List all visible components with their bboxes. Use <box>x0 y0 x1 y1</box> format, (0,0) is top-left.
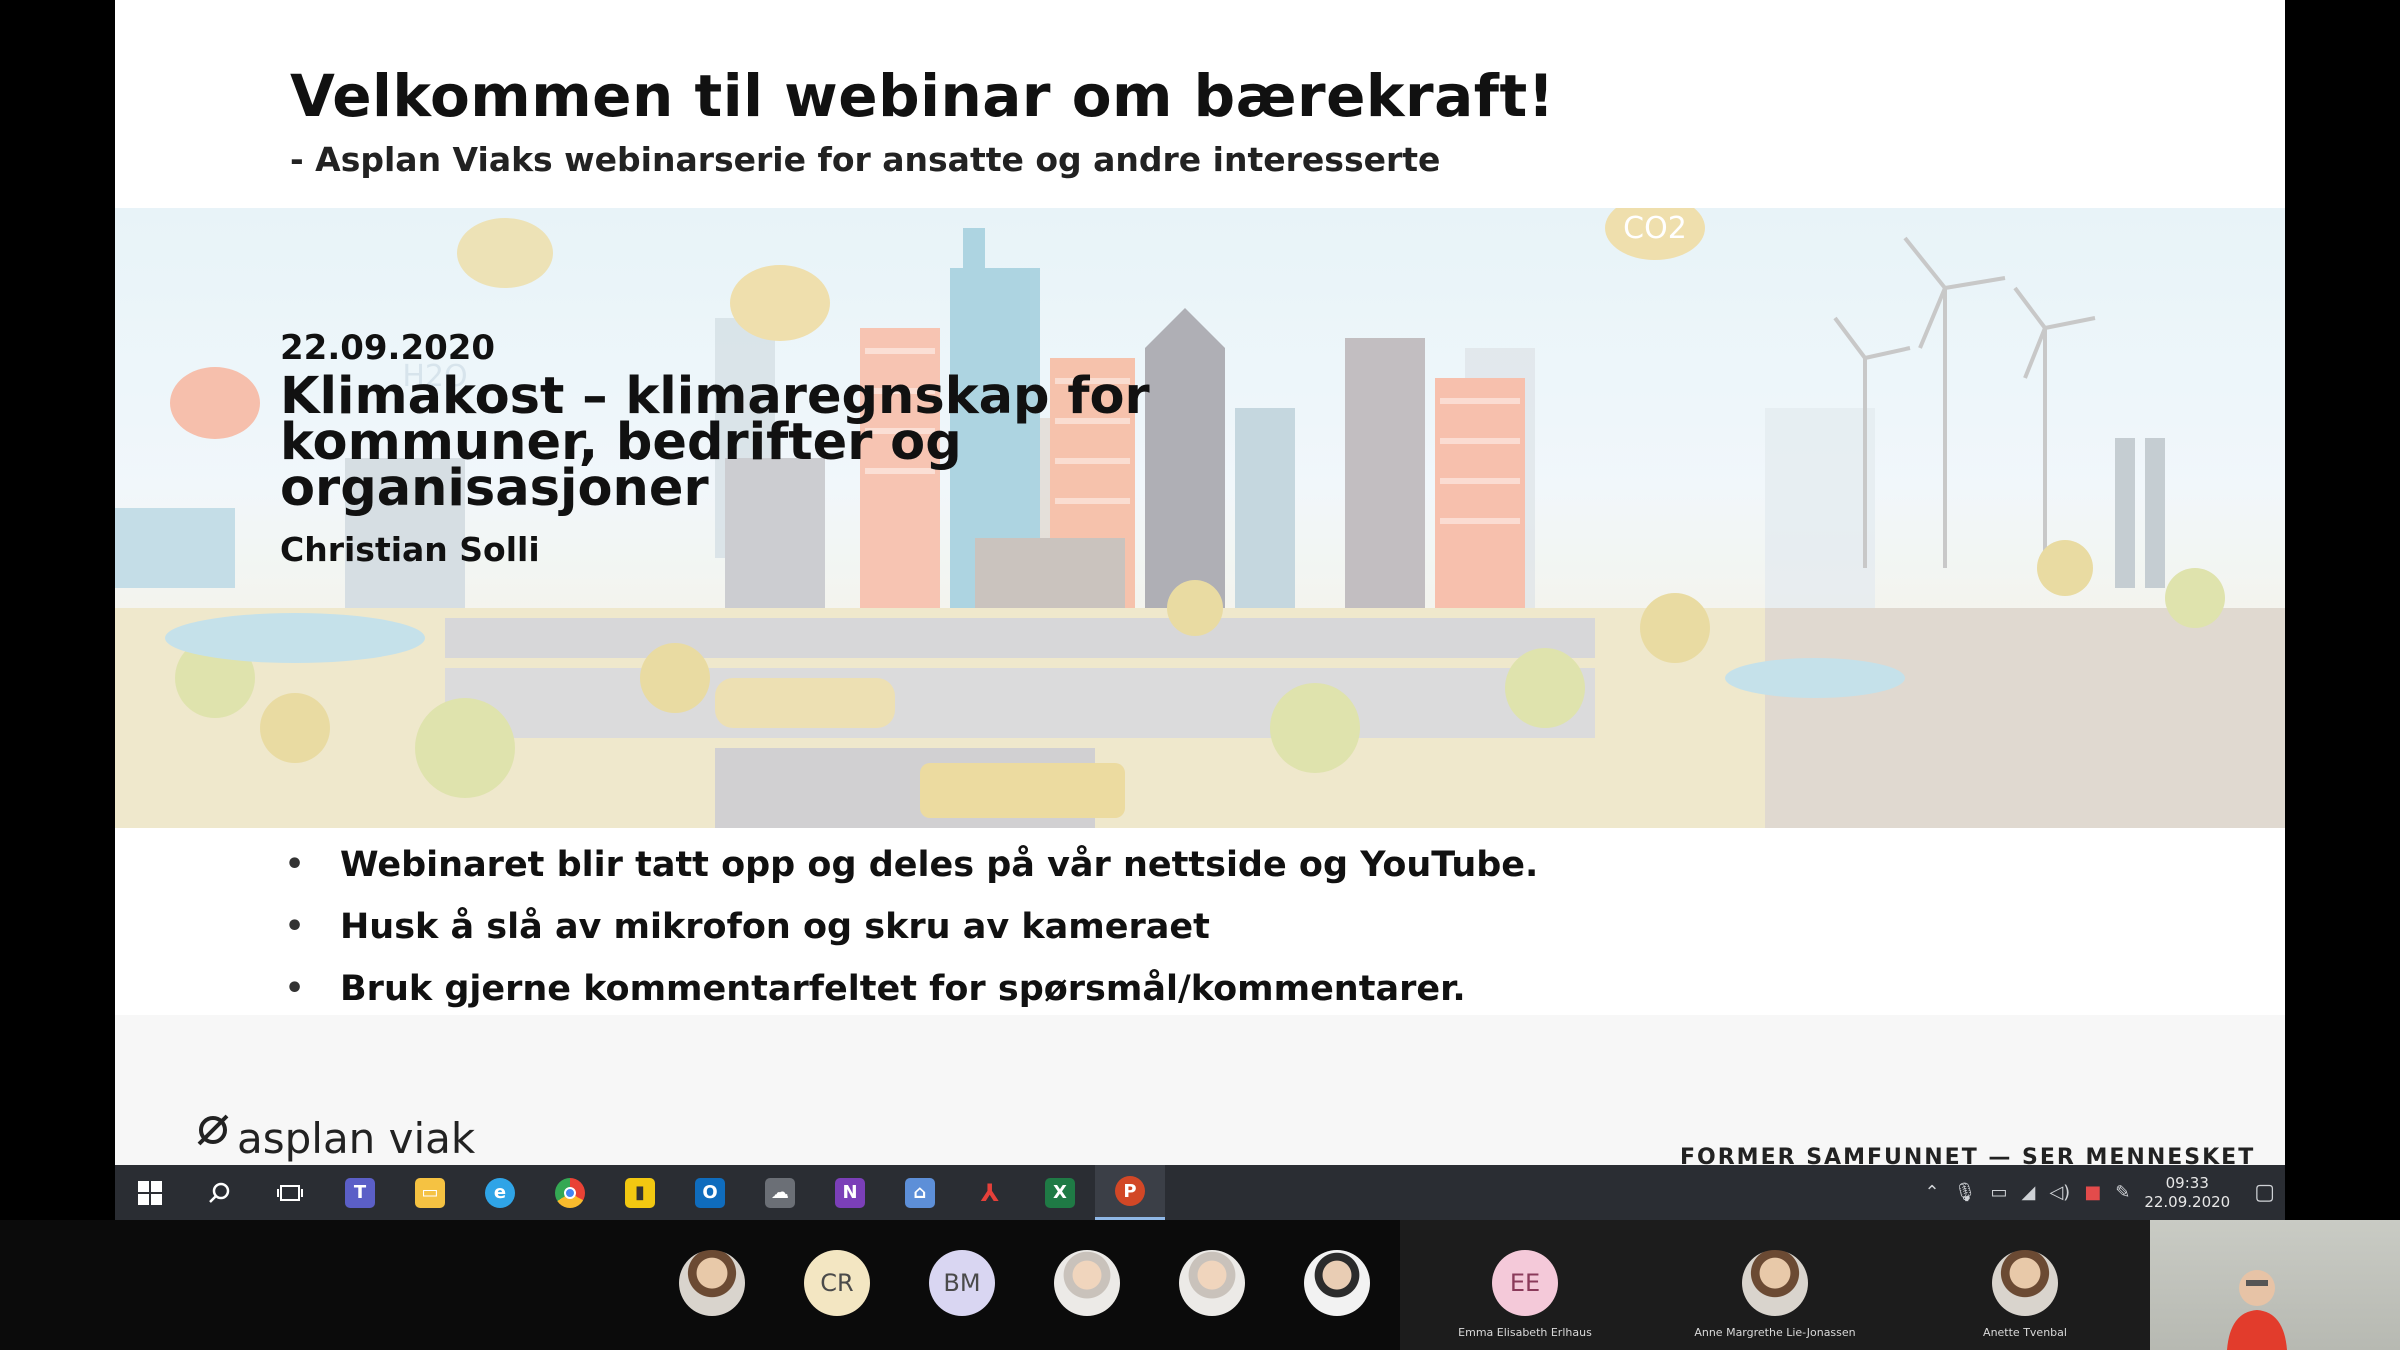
taskbar-app-edge[interactable]: e <box>465 1165 535 1220</box>
network-icon[interactable]: ▭ <box>1990 1182 2007 1203</box>
participant-name: Anette Tvenbal <box>1983 1326 2067 1339</box>
talk-date: 22.09.2020 <box>280 328 496 368</box>
teams-icon: T <box>345 1177 375 1208</box>
clock-date: 22.09.2020 <box>2144 1192 2231 1211</box>
powerpoint-icon: P <box>1115 1176 1145 1206</box>
participant-tile[interactable] <box>1277 1220 1397 1350</box>
avatar <box>1992 1250 2058 1316</box>
list-item: • Webinaret blir tatt opp og deles på vår… <box>285 840 1538 902</box>
chrome-icon <box>555 1177 585 1208</box>
avatar <box>1742 1250 1808 1316</box>
taskbar-clock[interactable]: 09:33 22.09.2020 <box>2144 1174 2230 1212</box>
taskbar-app-excel[interactable]: X <box>1025 1165 1095 1220</box>
taskbar-app-network[interactable]: ⌂ <box>885 1165 955 1220</box>
talk-title: Klimakost – klimaregnskap for kommuner, … <box>280 367 1150 518</box>
task-view-icon <box>277 1184 303 1201</box>
taskbar-app-powerpoint[interactable]: P <box>1095 1165 1165 1220</box>
slide-title: Velkommen til webinar om bærekraft! <box>290 62 1555 130</box>
participant-strip: CR BM EE Emma Elisabeth Erlhaus Anne Mar… <box>0 1220 2400 1350</box>
taskbar-app-explorer[interactable]: ▭ <box>395 1165 465 1220</box>
person-video-image <box>2227 1270 2287 1350</box>
task-view-button[interactable] <box>255 1165 325 1220</box>
bullet-icon: • <box>285 847 305 882</box>
taskbar-app-outlook[interactable]: O <box>675 1165 745 1220</box>
cloud-app-icon: ☁ <box>765 1177 795 1208</box>
bullet-icon: • <box>285 971 305 1006</box>
participant-name: Emma Elisabeth Erlhaus <box>1458 1326 1592 1339</box>
company-logo: asplan viak <box>191 1108 475 1165</box>
taskbar-app-onenote[interactable]: N <box>815 1165 885 1220</box>
clock-time: 09:33 <box>2165 1173 2209 1192</box>
onenote-icon: N <box>835 1177 865 1208</box>
taskbar-app-cloud[interactable]: ☁ <box>745 1165 815 1220</box>
screen-share-view: Velkommen til webinar om bærekraft! - As… <box>0 0 2400 1350</box>
slide-bullet-list: • Webinaret blir tatt opp og deles på vår… <box>285 840 1538 1026</box>
participant-tile[interactable]: EE Emma Elisabeth Erlhaus <box>1400 1220 1650 1350</box>
talk-info: 22.09.2020 Klimakost – klimaregnskap for… <box>280 328 1180 569</box>
bullet-text: Webinaret blir tatt opp og deles på vår … <box>340 845 1539 885</box>
list-item: • Husk å slå av mikrofon og skru av kamer… <box>285 902 1538 964</box>
network-app-icon: ⌂ <box>905 1177 935 1208</box>
speaker-name: Christian Solli <box>280 530 540 569</box>
search-icon <box>209 1182 230 1203</box>
participant-tile[interactable]: Anne Margrethe Lie-Jonassen <box>1650 1220 1900 1350</box>
participant-tile[interactable]: Anette Tvenbal <box>1900 1220 2150 1350</box>
chevron-up-icon[interactable]: ⌃ <box>1925 1182 1940 1203</box>
avatar <box>1304 1250 1370 1316</box>
search-button[interactable] <box>185 1165 255 1220</box>
avatar: CR <box>804 1250 870 1316</box>
bullet-icon: • <box>285 909 305 944</box>
logo-mark-icon <box>197 1114 229 1146</box>
city-illustration-banner: CO2 H2O 22.09.2020 Klimakost – klimaregn… <box>115 208 2285 828</box>
pen-icon[interactable]: ✎ <box>2115 1182 2130 1203</box>
participant-tile[interactable]: BM <box>902 1220 1022 1350</box>
windows-taskbar: T ▭ e ▮ O ☁ N ⌂ ⅄ X P ⌃ 🎙 ▭ ◢ ◁) ■ ✎ 09:… <box>115 1165 2285 1220</box>
taskbar-app-acrobat[interactable]: ⅄ <box>955 1165 1025 1220</box>
wifi-icon[interactable]: ◢ <box>2021 1182 2035 1203</box>
bullet-text: Husk å slå av mikrofon og skru av kamera… <box>340 907 1210 947</box>
notifications-icon[interactable]: ▢ <box>2254 1180 2275 1205</box>
avatar <box>1054 1250 1120 1316</box>
system-tray: ⌃ 🎙 ▭ ◢ ◁) ■ ✎ 09:33 22.09.2020 ▢ <box>1925 1165 2275 1220</box>
start-button[interactable] <box>115 1165 185 1220</box>
logo-text: asplan viak <box>237 1114 476 1163</box>
outlook-icon: O <box>695 1177 725 1208</box>
avatar <box>1179 1250 1245 1316</box>
microphone-icon[interactable]: 🎙 <box>1954 1182 1977 1203</box>
bullet-text: Bruk gjerne kommentarfeltet for spørsmål… <box>340 969 1466 1009</box>
edge-icon: e <box>485 1177 515 1208</box>
windows-start-icon <box>138 1180 162 1205</box>
avatar <box>679 1250 745 1316</box>
file-explorer-icon: ▭ <box>415 1177 445 1208</box>
self-video-preview[interactable] <box>2150 1220 2400 1350</box>
acrobat-icon: ⅄ <box>980 1178 1000 1207</box>
presentation-slide: Velkommen til webinar om bærekraft! - As… <box>115 0 2285 1165</box>
power-bi-icon: ▮ <box>625 1177 655 1208</box>
avatar: BM <box>929 1250 995 1316</box>
taskbar-app-teams[interactable]: T <box>325 1165 395 1220</box>
participant-tile[interactable] <box>1027 1220 1147 1350</box>
participant-name: Anne Margrethe Lie-Jonassen <box>1694 1326 1856 1339</box>
avatar: EE <box>1492 1250 1558 1316</box>
taskbar-app-chrome[interactable] <box>535 1165 605 1220</box>
participant-tile[interactable] <box>652 1220 772 1350</box>
participant-tile[interactable]: CR <box>777 1220 897 1350</box>
participant-tile[interactable] <box>1152 1220 1272 1350</box>
excel-icon: X <box>1045 1177 1075 1208</box>
security-icon[interactable]: ■ <box>2084 1182 2101 1203</box>
slide-subtitle: - Asplan Viaks webinarserie for ansatte … <box>290 140 1441 179</box>
taskbar-app-powerbi[interactable]: ▮ <box>605 1165 675 1220</box>
volume-icon[interactable]: ◁) <box>2049 1182 2070 1203</box>
slide-tagline: FORMER SAMFUNNET — SER MENNESKET <box>1680 1145 2256 1165</box>
